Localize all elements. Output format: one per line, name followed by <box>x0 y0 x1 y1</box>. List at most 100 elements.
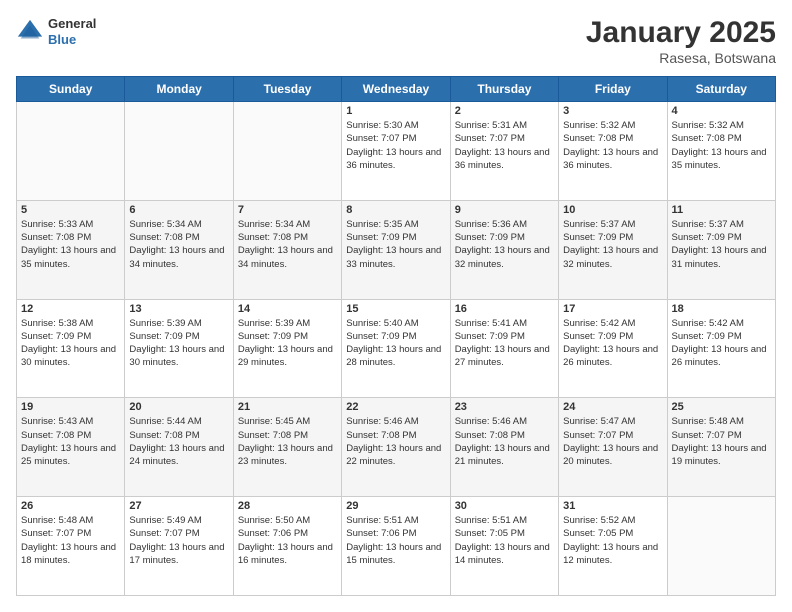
table-row: 15 Sunrise: 5:40 AM Sunset: 7:09 PM Dayli… <box>342 299 450 398</box>
day-info: Sunrise: 5:46 AM Sunset: 7:08 PM Dayligh… <box>346 415 445 468</box>
table-row <box>233 102 341 201</box>
table-row: 4 Sunrise: 5:32 AM Sunset: 7:08 PM Daylig… <box>667 102 775 201</box>
table-row <box>667 497 775 596</box>
col-saturday: Saturday <box>667 77 775 102</box>
day-number: 28 <box>238 500 337 512</box>
day-info: Sunrise: 5:47 AM Sunset: 7:07 PM Dayligh… <box>563 415 662 468</box>
day-number: 13 <box>129 303 228 315</box>
day-number: 3 <box>563 105 662 117</box>
day-number: 31 <box>563 500 662 512</box>
day-info: Sunrise: 5:34 AM Sunset: 7:08 PM Dayligh… <box>238 218 337 271</box>
table-row: 26 Sunrise: 5:48 AM Sunset: 7:07 PM Dayli… <box>17 497 125 596</box>
day-info: Sunrise: 5:30 AM Sunset: 7:07 PM Dayligh… <box>346 119 445 172</box>
logo-general-text: General <box>48 16 96 32</box>
calendar-week-row: 19 Sunrise: 5:43 AM Sunset: 7:08 PM Dayli… <box>17 398 776 497</box>
table-row: 25Sunrise: 5:48 AM Sunset: 7:07 PM Dayli… <box>667 398 775 497</box>
logo-icon <box>16 18 44 46</box>
table-row: 31 Sunrise: 5:52 AM Sunset: 7:05 PM Dayli… <box>559 497 667 596</box>
day-number: 11 <box>672 204 771 216</box>
logo-blue-text: Blue <box>48 32 96 48</box>
day-number: 25 <box>672 401 771 413</box>
day-info: Sunrise: 5:42 AM Sunset: 7:09 PM Dayligh… <box>672 317 771 370</box>
col-tuesday: Tuesday <box>233 77 341 102</box>
day-number: 15 <box>346 303 445 315</box>
day-number: 14 <box>238 303 337 315</box>
day-number: 19 <box>21 401 120 413</box>
day-info: Sunrise: 5:46 AM Sunset: 7:08 PM Dayligh… <box>455 415 554 468</box>
table-row: 12 Sunrise: 5:38 AM Sunset: 7:09 PM Dayli… <box>17 299 125 398</box>
day-info: Sunrise: 5:32 AM Sunset: 7:08 PM Dayligh… <box>672 119 771 172</box>
day-number: 16 <box>455 303 554 315</box>
day-info: Sunrise: 5:48 AM Sunset: 7:07 PM Dayligh… <box>21 514 120 567</box>
location: Rasesa, Botswana <box>586 50 776 66</box>
table-row: 7 Sunrise: 5:34 AM Sunset: 7:08 PM Daylig… <box>233 200 341 299</box>
day-info: Sunrise: 5:49 AM Sunset: 7:07 PM Dayligh… <box>129 514 228 567</box>
day-number: 7 <box>238 204 337 216</box>
day-info: Sunrise: 5:51 AM Sunset: 7:05 PM Dayligh… <box>455 514 554 567</box>
table-row: 22Sunrise: 5:46 AM Sunset: 7:08 PM Dayli… <box>342 398 450 497</box>
table-row <box>125 102 233 201</box>
day-info: Sunrise: 5:44 AM Sunset: 7:08 PM Dayligh… <box>129 415 228 468</box>
day-number: 18 <box>672 303 771 315</box>
day-number: 30 <box>455 500 554 512</box>
day-info: Sunrise: 5:37 AM Sunset: 7:09 PM Dayligh… <box>563 218 662 271</box>
day-info: Sunrise: 5:36 AM Sunset: 7:09 PM Dayligh… <box>455 218 554 271</box>
table-row: 29Sunrise: 5:51 AM Sunset: 7:06 PM Dayli… <box>342 497 450 596</box>
day-number: 12 <box>21 303 120 315</box>
day-info: Sunrise: 5:40 AM Sunset: 7:09 PM Dayligh… <box>346 317 445 370</box>
table-row: 6 Sunrise: 5:34 AM Sunset: 7:08 PM Daylig… <box>125 200 233 299</box>
table-row: 11Sunrise: 5:37 AM Sunset: 7:09 PM Dayli… <box>667 200 775 299</box>
day-info: Sunrise: 5:45 AM Sunset: 7:08 PM Dayligh… <box>238 415 337 468</box>
page: General Blue January 2025 Rasesa, Botswa… <box>0 0 792 612</box>
col-wednesday: Wednesday <box>342 77 450 102</box>
day-number: 10 <box>563 204 662 216</box>
day-info: Sunrise: 5:35 AM Sunset: 7:09 PM Dayligh… <box>346 218 445 271</box>
day-info: Sunrise: 5:31 AM Sunset: 7:07 PM Dayligh… <box>455 119 554 172</box>
table-row: 23 Sunrise: 5:46 AM Sunset: 7:08 PM Dayli… <box>450 398 558 497</box>
day-number: 5 <box>21 204 120 216</box>
day-info: Sunrise: 5:42 AM Sunset: 7:09 PM Dayligh… <box>563 317 662 370</box>
table-row: 1Sunrise: 5:30 AM Sunset: 7:07 PM Daylig… <box>342 102 450 201</box>
day-number: 17 <box>563 303 662 315</box>
day-info: Sunrise: 5:33 AM Sunset: 7:08 PM Dayligh… <box>21 218 120 271</box>
day-number: 20 <box>129 401 228 413</box>
day-number: 29 <box>346 500 445 512</box>
table-row: 19 Sunrise: 5:43 AM Sunset: 7:08 PM Dayli… <box>17 398 125 497</box>
col-monday: Monday <box>125 77 233 102</box>
day-number: 26 <box>21 500 120 512</box>
calendar-header-row: Sunday Monday Tuesday Wednesday Thursday… <box>17 77 776 102</box>
day-number: 8 <box>346 204 445 216</box>
day-info: Sunrise: 5:39 AM Sunset: 7:09 PM Dayligh… <box>238 317 337 370</box>
day-info: Sunrise: 5:41 AM Sunset: 7:09 PM Dayligh… <box>455 317 554 370</box>
day-info: Sunrise: 5:52 AM Sunset: 7:05 PM Dayligh… <box>563 514 662 567</box>
logo: General Blue <box>16 16 96 47</box>
table-row: 21 Sunrise: 5:45 AM Sunset: 7:08 PM Dayli… <box>233 398 341 497</box>
day-info: Sunrise: 5:43 AM Sunset: 7:08 PM Dayligh… <box>21 415 120 468</box>
month-title: January 2025 <box>586 16 776 50</box>
col-thursday: Thursday <box>450 77 558 102</box>
table-row: 13Sunrise: 5:39 AM Sunset: 7:09 PM Dayli… <box>125 299 233 398</box>
col-sunday: Sunday <box>17 77 125 102</box>
table-row: 20 Sunrise: 5:44 AM Sunset: 7:08 PM Dayli… <box>125 398 233 497</box>
table-row: 30 Sunrise: 5:51 AM Sunset: 7:05 PM Dayli… <box>450 497 558 596</box>
col-friday: Friday <box>559 77 667 102</box>
day-number: 4 <box>672 105 771 117</box>
day-number: 23 <box>455 401 554 413</box>
table-row: 16 Sunrise: 5:41 AM Sunset: 7:09 PM Dayli… <box>450 299 558 398</box>
table-row: 8 Sunrise: 5:35 AM Sunset: 7:09 PM Daylig… <box>342 200 450 299</box>
day-number: 9 <box>455 204 554 216</box>
day-info: Sunrise: 5:34 AM Sunset: 7:08 PM Dayligh… <box>129 218 228 271</box>
day-number: 24 <box>563 401 662 413</box>
calendar-week-row: 1Sunrise: 5:30 AM Sunset: 7:07 PM Daylig… <box>17 102 776 201</box>
day-info: Sunrise: 5:50 AM Sunset: 7:06 PM Dayligh… <box>238 514 337 567</box>
table-row: 5 Sunrise: 5:33 AM Sunset: 7:08 PM Daylig… <box>17 200 125 299</box>
table-row <box>17 102 125 201</box>
table-row: 27Sunrise: 5:49 AM Sunset: 7:07 PM Dayli… <box>125 497 233 596</box>
calendar-week-row: 12 Sunrise: 5:38 AM Sunset: 7:09 PM Dayli… <box>17 299 776 398</box>
day-number: 6 <box>129 204 228 216</box>
table-row: 14 Sunrise: 5:39 AM Sunset: 7:09 PM Dayli… <box>233 299 341 398</box>
day-info: Sunrise: 5:38 AM Sunset: 7:09 PM Dayligh… <box>21 317 120 370</box>
table-row: 2Sunrise: 5:31 AM Sunset: 7:07 PM Daylig… <box>450 102 558 201</box>
day-number: 21 <box>238 401 337 413</box>
table-row: 17 Sunrise: 5:42 AM Sunset: 7:09 PM Dayli… <box>559 299 667 398</box>
